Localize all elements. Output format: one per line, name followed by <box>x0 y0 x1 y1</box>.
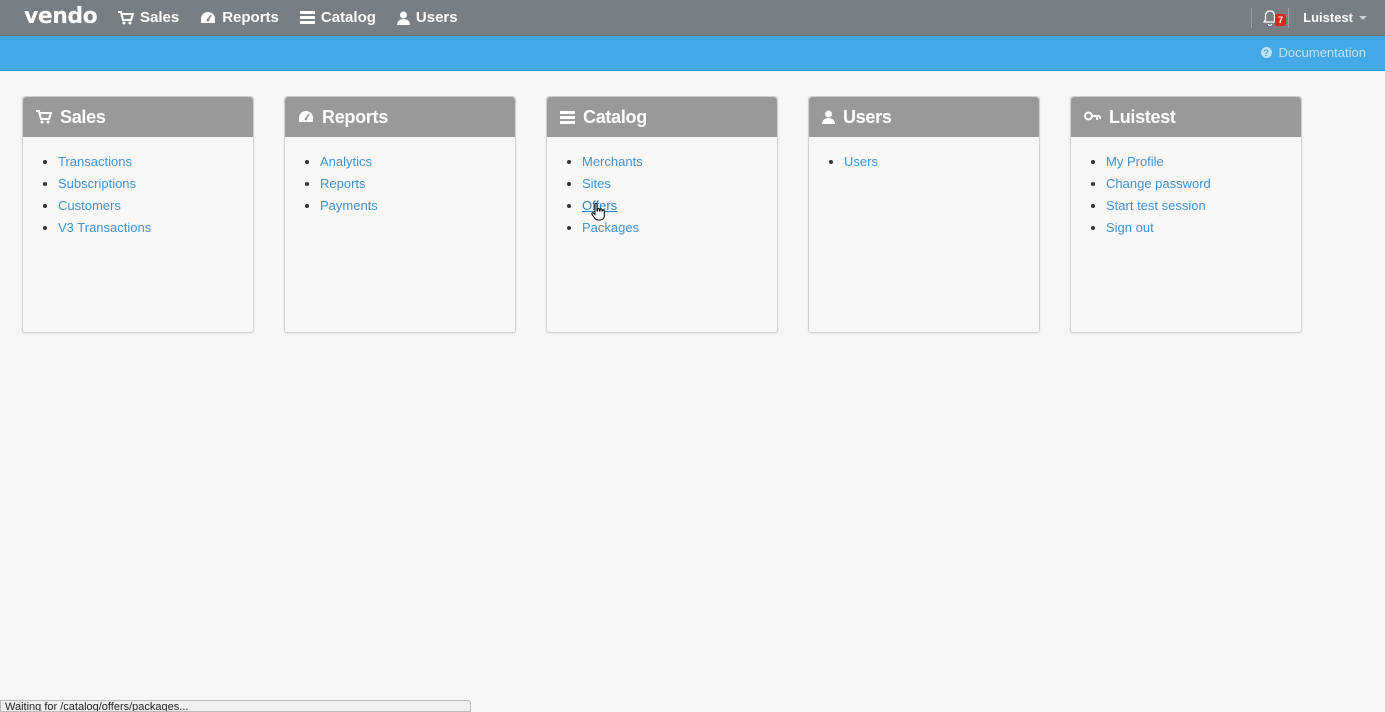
vendo-logo[interactable]: vendo <box>24 4 98 29</box>
card-header: Users <box>809 97 1039 137</box>
user-icon <box>822 110 835 124</box>
nav-item-reports[interactable]: Reports <box>200 9 279 26</box>
card-users: Users Users <box>808 96 1040 333</box>
list-icon <box>299 11 315 24</box>
list-item: Transactions <box>58 151 253 173</box>
user-icon <box>396 11 410 25</box>
user-menu[interactable]: Luistest <box>1289 10 1385 25</box>
card-header: Catalog <box>547 97 777 137</box>
nav-item-label: Sales <box>140 9 180 26</box>
header-right: 7 Luistest <box>1251 0 1385 35</box>
link-start-test-session[interactable]: Start test session <box>1106 198 1206 213</box>
chevron-down-icon <box>1359 15 1367 20</box>
link-analytics[interactable]: Analytics <box>320 154 372 169</box>
link-packages[interactable]: Packages <box>582 220 639 235</box>
list-item: Payments <box>320 195 515 217</box>
list-item: Reports <box>320 173 515 195</box>
link-transactions[interactable]: Transactions <box>58 154 132 169</box>
link-list: Analytics Reports Payments <box>285 151 515 217</box>
list-icon <box>560 110 575 124</box>
card-header: Luistest <box>1071 97 1301 137</box>
hand-pointer-icon <box>591 203 605 221</box>
card-title: Catalog <box>583 106 647 127</box>
cart-icon <box>118 10 134 24</box>
list-item: Subscriptions <box>58 173 253 195</box>
list-item: Merchants <box>582 151 777 173</box>
link-list: Merchants Sites Offers Packages <box>547 151 777 239</box>
link-merchants[interactable]: Merchants <box>582 154 643 169</box>
list-item: Users <box>844 151 1039 173</box>
list-item: Packages <box>582 217 777 239</box>
main-nav: Sales Reports Catalog Users <box>118 0 479 35</box>
link-list: My Profile Change password Start test se… <box>1071 151 1301 239</box>
nav-item-label: Users <box>415 9 458 26</box>
link-payments[interactable]: Payments <box>320 198 378 213</box>
link-list: Users <box>809 151 1039 173</box>
link-my-profile[interactable]: My Profile <box>1106 154 1164 169</box>
user-name: Luistest <box>1303 10 1353 25</box>
list-item: V3 Transactions <box>58 217 253 239</box>
cart-icon <box>36 110 52 124</box>
nav-item-catalog[interactable]: Catalog <box>299 9 376 26</box>
card-sales: Sales Transactions Subscriptions Custome… <box>22 96 254 333</box>
card-catalog: Catalog Merchants Sites Offers Packages <box>546 96 778 333</box>
nav-item-label: Catalog <box>320 9 376 26</box>
nav-item-users[interactable]: Users <box>396 9 458 26</box>
card-title: Luistest <box>1109 106 1176 127</box>
notification-count-badge: 7 <box>1275 14 1287 26</box>
notifications-button[interactable]: 7 <box>1252 0 1288 35</box>
card-header: Reports <box>285 97 515 137</box>
list-item: My Profile <box>1106 151 1301 173</box>
link-users[interactable]: Users <box>844 154 878 169</box>
dashboard-icon <box>299 111 313 122</box>
link-change-password[interactable]: Change password <box>1106 176 1211 191</box>
card-header: Sales <box>23 97 253 137</box>
nav-item-label: Reports <box>222 9 279 26</box>
link-reports[interactable]: Reports <box>320 176 366 191</box>
top-navbar: vendo Sales Reports Catalog Users 7 Luis… <box>0 0 1385 36</box>
list-item: Analytics <box>320 151 515 173</box>
list-item: Offers <box>582 195 777 217</box>
sub-navbar: ? Documentation <box>0 36 1385 71</box>
dashboard-icon <box>201 11 216 23</box>
link-v3-transactions[interactable]: V3 Transactions <box>58 220 151 235</box>
card-title: Users <box>843 106 892 127</box>
link-subscriptions[interactable]: Subscriptions <box>58 176 136 191</box>
list-item: Sign out <box>1106 217 1301 239</box>
card-title: Reports <box>322 106 388 127</box>
card-luistest: Luistest My Profile Change password Star… <box>1070 96 1302 333</box>
key-icon <box>1084 111 1101 121</box>
link-list: Transactions Subscriptions Customers V3 … <box>23 151 253 239</box>
documentation-label: Documentation <box>1278 45 1366 60</box>
list-item: Customers <box>58 195 253 217</box>
list-item: Change password <box>1106 173 1301 195</box>
nav-item-sales[interactable]: Sales <box>118 9 179 26</box>
documentation-link[interactable]: ? Documentation <box>1260 45 1366 60</box>
question-icon: ? <box>1260 47 1272 58</box>
list-item: Sites <box>582 173 777 195</box>
link-sites[interactable]: Sites <box>582 176 611 191</box>
list-item: Start test session <box>1106 195 1301 217</box>
link-sign-out[interactable]: Sign out <box>1106 220 1154 235</box>
browser-status-bar: Waiting for /catalog/offers/packages... <box>0 700 471 712</box>
card-reports: Reports Analytics Reports Payments <box>284 96 516 333</box>
card-title: Sales <box>60 106 106 127</box>
link-customers[interactable]: Customers <box>58 198 121 213</box>
